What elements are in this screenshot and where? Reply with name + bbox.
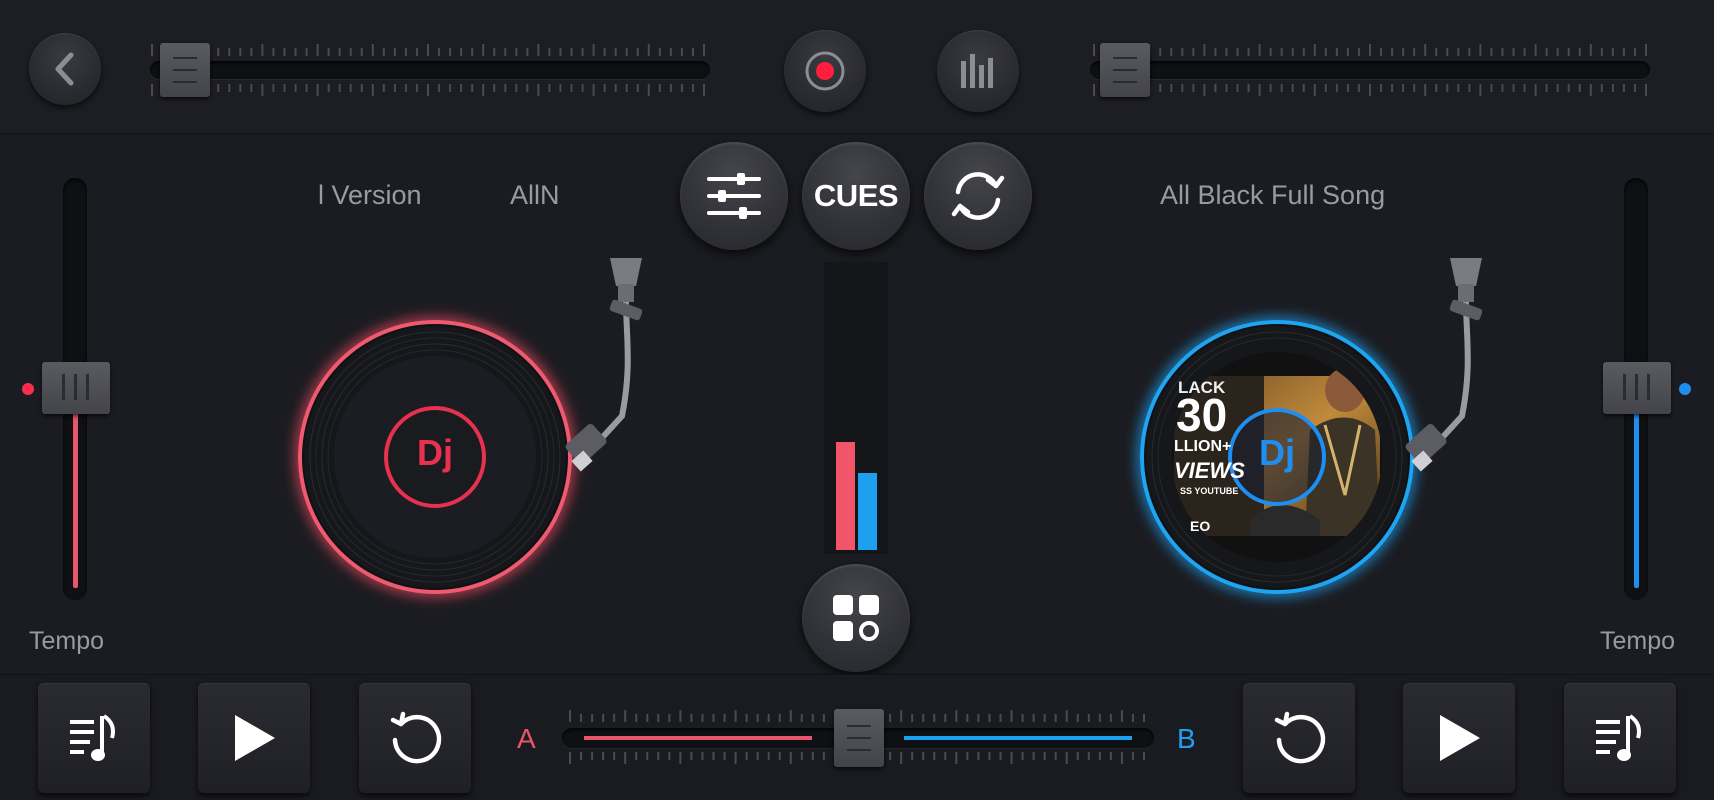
cues-button[interactable]: CUES bbox=[802, 142, 910, 250]
cues-label: CUES bbox=[813, 178, 899, 213]
deck-b-title: All Black Full Song bbox=[1160, 180, 1386, 210]
deck-a-restart-button[interactable] bbox=[359, 683, 471, 793]
deck-a-pitch-knob[interactable] bbox=[160, 43, 210, 97]
sync-button[interactable] bbox=[924, 142, 1032, 250]
deck-a-title-fragment: l Version bbox=[318, 180, 422, 210]
play-icon bbox=[235, 715, 275, 761]
deck-a-title-fragment-next: AllN bbox=[510, 180, 558, 210]
restart-icon bbox=[1274, 711, 1326, 764]
pads-grid-icon bbox=[833, 595, 879, 641]
deck-b-label: Dj bbox=[1259, 432, 1295, 473]
deck-b-pitch-ticks bbox=[1093, 44, 1647, 56]
playlist-icon bbox=[70, 714, 115, 761]
pads-button[interactable] bbox=[802, 564, 910, 672]
crossfader-label-a: A bbox=[517, 723, 536, 754]
deck-a-tempo-fill bbox=[73, 404, 78, 588]
deck-a-tempo-indicator bbox=[22, 383, 34, 395]
deck-b-play-button[interactable] bbox=[1403, 683, 1515, 793]
crossfader-knob[interactable] bbox=[834, 709, 884, 767]
level-meter-right bbox=[858, 473, 877, 550]
restart-icon bbox=[390, 711, 442, 764]
deck-a-tonearm bbox=[565, 258, 643, 472]
sliders-icon bbox=[707, 173, 761, 219]
deck-b-art-text-6: EO bbox=[1190, 518, 1211, 534]
playlist-icon bbox=[1596, 714, 1641, 761]
equalizer-bars-icon bbox=[961, 54, 993, 88]
crossfader-label-b: B bbox=[1177, 723, 1196, 754]
equalizer-button[interactable] bbox=[937, 30, 1019, 112]
deck-a-tempo-knob[interactable] bbox=[42, 362, 110, 414]
deck-a-pitch-slider[interactable] bbox=[150, 61, 710, 79]
mixer-button[interactable] bbox=[680, 142, 788, 250]
deck-b-tempo-label: Tempo bbox=[1600, 627, 1676, 655]
deck-b-pitch-slider[interactable] bbox=[1090, 61, 1650, 79]
chevron-left-icon bbox=[55, 52, 74, 86]
deck-b-turntable[interactable]: LACK 30 LLION+ VIEWS SS YOUTUBE EO Dj bbox=[1140, 320, 1414, 594]
deck-a-tempo-label: Tempo bbox=[29, 627, 105, 655]
deck-a-playlist-button[interactable] bbox=[38, 683, 150, 793]
crossfader-fill-b bbox=[904, 736, 1132, 740]
deck-a-play-button[interactable] bbox=[198, 683, 310, 793]
deck-b-pitch-ticks-bottom bbox=[1093, 84, 1647, 96]
back-button[interactable] bbox=[29, 33, 101, 105]
deck-b-playlist-button[interactable] bbox=[1564, 683, 1676, 793]
deck-a-pitch-ticks bbox=[151, 44, 705, 56]
deck-b-tonearm bbox=[1405, 258, 1483, 472]
crossfader-fill-a bbox=[584, 736, 812, 740]
sync-icon bbox=[951, 172, 1005, 220]
deck-b-art-text-5: SS YOUTUBE bbox=[1180, 486, 1239, 496]
deck-a-turntable[interactable]: Dj bbox=[298, 320, 572, 594]
deck-b-tempo-indicator bbox=[1679, 383, 1691, 395]
deck-b-pitch-knob[interactable] bbox=[1100, 43, 1150, 97]
deck-a-pitch-ticks-bottom bbox=[151, 84, 705, 96]
level-meter-left bbox=[836, 442, 855, 550]
deck-b-tempo-fill bbox=[1634, 404, 1639, 588]
deck-b-restart-button[interactable] bbox=[1243, 683, 1355, 793]
deck-b-tempo-knob[interactable] bbox=[1603, 362, 1671, 414]
level-meter bbox=[824, 262, 888, 554]
play-icon bbox=[1440, 715, 1480, 761]
record-icon bbox=[805, 51, 845, 91]
deck-a-label: Dj bbox=[417, 432, 453, 473]
record-button[interactable] bbox=[784, 30, 866, 112]
